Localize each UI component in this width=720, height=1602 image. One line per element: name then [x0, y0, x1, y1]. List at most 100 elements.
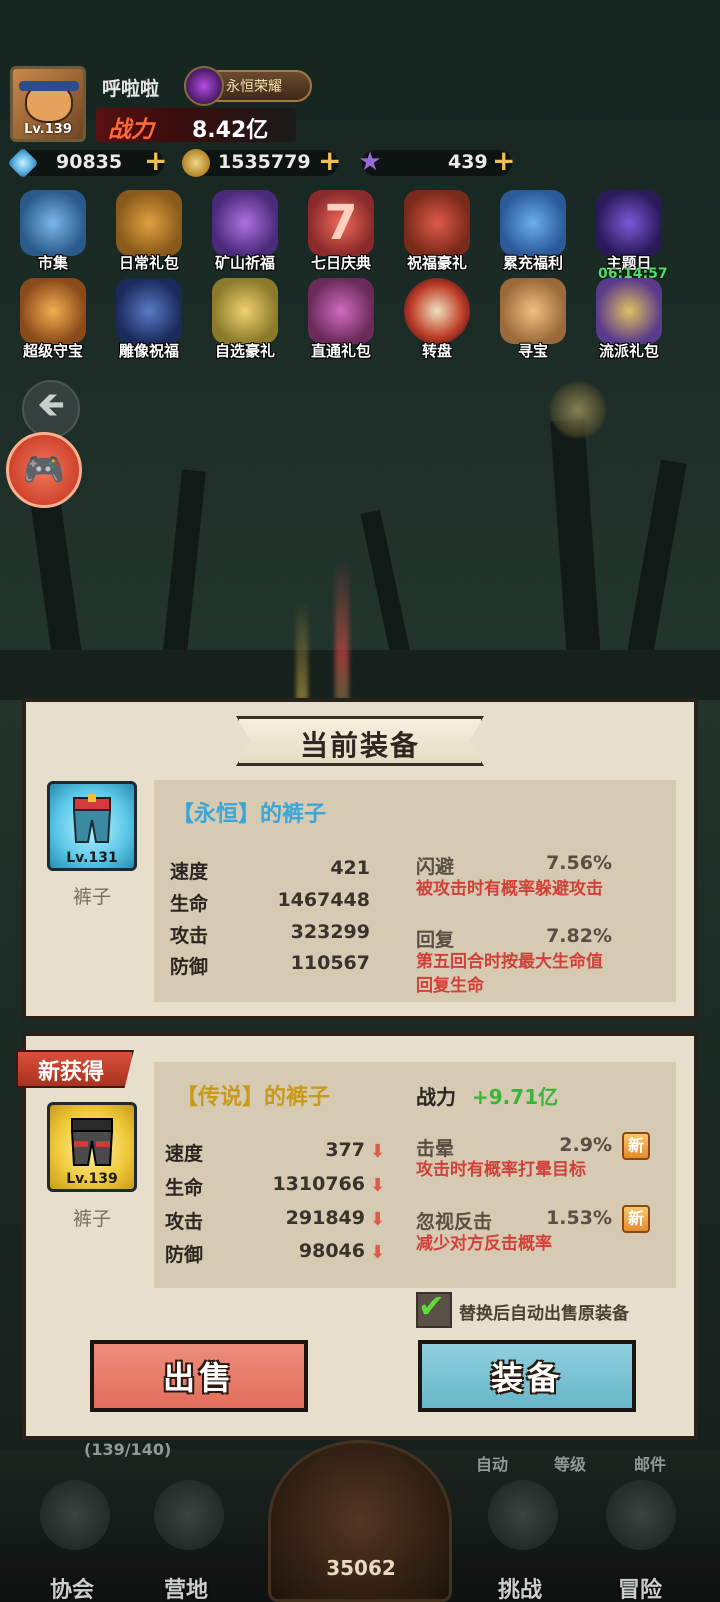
activity-theme-day[interactable]: 主题日 — [584, 190, 674, 278]
diamond-value: 90835 — [56, 151, 123, 173]
bonus-desc-dodge: 被攻击时有概率躲避攻击 — [416, 879, 603, 899]
bonus-name-stun: 击晕 — [416, 1138, 455, 1160]
combat-power-delta: +9.71亿 — [472, 1085, 559, 1109]
new-item-name: 【传说】的裤子 — [176, 1085, 331, 1110]
player-avatar[interactable]: Lv.139 — [10, 66, 86, 142]
current-item-caption: 裤子 — [72, 886, 111, 908]
power-label: 战力 — [108, 117, 154, 143]
pants-icon — [72, 794, 112, 843]
daily-pack-icon — [116, 190, 182, 256]
activity-super-treasure[interactable]: 超级守宝 — [8, 278, 98, 366]
gamepad-button[interactable]: 🎮 — [6, 432, 82, 508]
activity-treasure-hunt[interactable]: 寻宝 — [488, 278, 578, 366]
level-button[interactable]: 等级 — [554, 1451, 586, 1475]
bonus-value-stun: 2.9% — [559, 1134, 612, 1156]
avatar-level: Lv.139 — [24, 122, 72, 137]
stat-label-attack: 攻击 — [170, 925, 209, 947]
sell-button[interactable]: 出售 — [90, 1340, 308, 1412]
new-stat-value-attack: 291849 — [285, 1207, 365, 1229]
activity-blessing-gift[interactable]: 祝福豪礼 — [392, 190, 482, 278]
statue-blessing-icon — [116, 278, 182, 344]
new-stat-label-speed: 速度 — [165, 1143, 204, 1165]
direct-pack-icon — [308, 278, 374, 344]
auto-button[interactable]: 自动 — [476, 1451, 508, 1475]
back-arrow-button[interactable]: 🡸 — [22, 380, 80, 438]
activity-wheel[interactable]: 转盘 — [392, 278, 482, 366]
activity-seven-day[interactable]: 7 七日庆典 — [296, 190, 386, 278]
guild-icon — [40, 1480, 110, 1550]
bonus-desc-recover-line2: 回复生命 — [416, 976, 484, 996]
current-equipment-title: 当前装备 — [299, 729, 420, 762]
player-name: 呼啦啦 — [102, 78, 160, 100]
activity-faction-pack[interactable]: 流派礼包 — [584, 278, 674, 366]
new-item-level: Lv.139 — [66, 1171, 118, 1187]
faction-pack-icon — [596, 278, 662, 344]
optional-gift-icon — [212, 278, 278, 344]
stat-label-hp: 生命 — [170, 893, 209, 915]
activity-recharge-welfare[interactable]: 累充福利 — [488, 190, 578, 278]
bonus-desc-stun: 攻击时有概率打晕目标 — [416, 1160, 586, 1180]
coin-add-button[interactable]: + — [318, 147, 341, 175]
activity-mine-blessing[interactable]: 矿山祈福 — [200, 190, 290, 278]
new-tag-ignore-counter: 新 — [622, 1205, 650, 1233]
auto-sell-label[interactable]: 替换后自动出售原装备 — [459, 1299, 629, 1324]
activity-optional-gift[interactable]: 自选豪礼 — [200, 278, 290, 366]
avatar-headband — [19, 81, 79, 91]
star-add-button[interactable]: + — [492, 147, 515, 175]
new-stat-value-defense: 98046 — [298, 1240, 365, 1262]
nav-challenge-label: 挑战 — [498, 1578, 543, 1602]
activity-daily-pack[interactable]: 日常礼包 — [104, 190, 194, 278]
honor-gem-icon — [184, 66, 224, 106]
bonus-value-recover: 7.82% — [546, 925, 612, 947]
activity-direct-pack[interactable]: 直通礼包 — [296, 278, 386, 366]
forest-background — [0, 360, 720, 700]
star-value: 439 — [448, 151, 488, 173]
star-bar — [362, 150, 512, 176]
red-light-beam — [335, 560, 349, 700]
diamond-add-button[interactable]: + — [144, 147, 167, 175]
theme-day-icon — [596, 190, 662, 256]
recharge-welfare-icon — [500, 190, 566, 256]
equip-button[interactable]: 装备 — [418, 1340, 636, 1412]
current-pants-icon[interactable]: Lv.131 — [47, 781, 137, 871]
bonus-name-dodge: 闪避 — [416, 856, 455, 878]
activity-statue-blessing[interactable]: 雕像祝福 — [104, 278, 194, 366]
bonus-name-recover: 回复 — [416, 929, 455, 951]
compass-icon — [606, 1480, 676, 1550]
checkmark-icon: ✔ — [418, 1287, 445, 1325]
nav-guild-label: 协会 — [50, 1578, 95, 1602]
new-pants-icon[interactable]: Lv.139 — [47, 1102, 137, 1192]
pants-icon — [70, 1118, 114, 1166]
seven-day-icon: 7 — [308, 190, 374, 256]
gamepad-icon: 🎮 — [22, 450, 66, 490]
current-item-level: Lv.131 — [66, 850, 118, 866]
nav-camp-label: 营地 — [164, 1578, 209, 1602]
bonus-desc-ignore-counter: 减少对方反击概率 — [416, 1234, 552, 1254]
market-icon — [20, 190, 86, 256]
arrow-down-icon: ⬇ — [370, 1175, 386, 1196]
new-obtained-label: 新获得 — [37, 1060, 104, 1085]
moon — [548, 380, 608, 440]
stat-value-speed: 421 — [330, 857, 370, 879]
combat-power-label: 战力 — [416, 1085, 456, 1109]
arrow-down-icon: ⬇ — [370, 1209, 386, 1230]
mail-button[interactable]: 邮件 — [634, 1451, 666, 1475]
coin-value: 1535779 — [218, 151, 311, 173]
stat-label-defense: 防御 — [170, 956, 209, 978]
stat-value-attack: 323299 — [290, 921, 370, 943]
new-stat-value-hp: 1310766 — [272, 1173, 365, 1195]
new-stat-value-speed: 377 — [325, 1139, 365, 1161]
bonus-desc-recover-line1: 第五回合时按最大生命值 — [416, 952, 603, 972]
challenge-icon — [488, 1480, 558, 1550]
blessing-gift-icon — [404, 190, 470, 256]
new-stat-label-defense: 防御 — [165, 1244, 204, 1266]
treasure-hunt-icon — [500, 278, 566, 344]
current-item-name: 【永恒】的裤子 — [172, 802, 327, 827]
activity-market[interactable]: 市集 — [8, 190, 98, 278]
star-icon: ★ — [358, 147, 382, 177]
bonus-name-ignore-counter: 忽视反击 — [416, 1211, 493, 1233]
nav-adventure-label: 冒险 — [618, 1578, 663, 1602]
gold-light-beam — [296, 600, 308, 700]
mine-blessing-icon — [212, 190, 278, 256]
camp-icon — [154, 1480, 224, 1550]
